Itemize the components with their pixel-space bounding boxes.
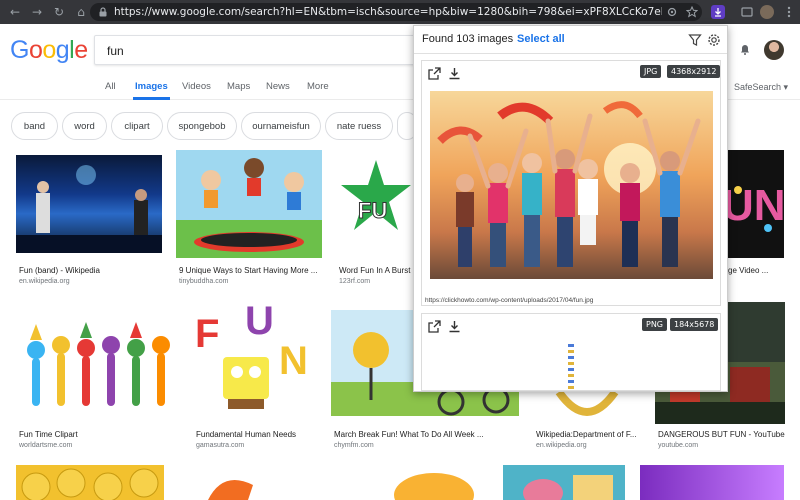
result-image-purple-burst[interactable]: [640, 465, 784, 500]
logo-letter: o: [28, 36, 43, 64]
url-text: https://www.google.com/search?hl=EN&tbm=…: [114, 6, 662, 18]
download-icon[interactable]: [448, 320, 461, 333]
settings-gear-icon[interactable]: [707, 33, 721, 47]
menu-dots-icon[interactable]: [782, 5, 796, 19]
result-image-fun-band[interactable]: [16, 155, 162, 253]
logo-letter: o: [42, 36, 56, 64]
safesearch-toggle[interactable]: SafeSearch ▾: [734, 82, 788, 93]
account-avatar[interactable]: [764, 40, 784, 60]
result-caption[interactable]: Fundamental Human Needs: [196, 430, 296, 439]
search-query: fun: [107, 44, 124, 58]
result-image-fun-burst[interactable]: FU: [336, 150, 416, 258]
extension-download-icon[interactable]: [711, 5, 725, 19]
result-source: 123rf.com: [339, 278, 371, 285]
chip-spongebob[interactable]: spongebob: [167, 112, 237, 140]
result-source: en.wikipedia.org: [536, 442, 587, 449]
popup-header-divider: [414, 53, 727, 54]
result-caption[interactable]: 9 Unique Ways to Start Having More ...: [179, 266, 317, 275]
filter-icon[interactable]: [688, 33, 702, 47]
address-bar[interactable]: https://www.google.com/search?hl=EN&tbm=…: [90, 3, 702, 21]
image-dimensions-badge: 4368x2912: [667, 65, 721, 78]
result-source: chymfm.com: [334, 442, 374, 449]
chip-clipart[interactable]: clipart: [111, 112, 163, 140]
svg-text:FU: FU: [358, 198, 387, 223]
result-source: gamasutra.com: [196, 442, 245, 449]
result-source: tinybuddha.com: [179, 278, 229, 285]
result-image-yellow-splash[interactable]: [379, 465, 489, 500]
download-icon[interactable]: [448, 67, 461, 80]
svg-text:U: U: [245, 302, 274, 343]
result-caption[interactable]: Fun Time Clipart: [19, 430, 78, 439]
result-caption[interactable]: March Break Fun! What To Do All Week ...: [334, 430, 484, 439]
forward-icon[interactable]: →: [30, 5, 44, 19]
svg-text:F: F: [195, 312, 219, 356]
lock-icon: [99, 7, 107, 17]
logo-letter: G: [10, 36, 29, 64]
chip-band[interactable]: band: [11, 112, 58, 140]
browser-toolbar: ← → ↻ ⌂ https://www.google.com/search?hl…: [0, 0, 800, 24]
logo-letter: g: [55, 36, 70, 64]
found-images-count: Found 103 images: [422, 33, 514, 45]
tab-videos[interactable]: Videos: [182, 81, 211, 92]
result-image-kids-trampoline[interactable]: [176, 150, 322, 258]
svg-text:N: N: [279, 339, 308, 383]
back-icon[interactable]: ←: [8, 5, 22, 19]
open-in-new-tab-icon[interactable]: [428, 67, 441, 80]
profile-avatar-icon[interactable]: [760, 5, 774, 19]
logo-letter: e: [74, 36, 88, 64]
extension-cast-icon[interactable]: [740, 5, 754, 19]
tab-more[interactable]: More: [307, 81, 329, 92]
result-caption[interactable]: Fun (band) - Wikipedia: [19, 266, 100, 275]
result-image-fun-colorful[interactable]: UN: [728, 150, 784, 258]
location-icon[interactable]: [666, 6, 678, 18]
search-input[interactable]: fun: [94, 35, 424, 65]
image-format-badge: PNG: [642, 318, 668, 331]
google-logo[interactable]: Google: [10, 36, 88, 65]
result-image-orange-shape[interactable]: [178, 465, 336, 500]
result-image-fun-time-clipart[interactable]: [16, 302, 178, 424]
image-format-badge: JPG: [640, 65, 662, 78]
image-source-url[interactable]: https://clickhowto.com/wp-content/upload…: [425, 297, 593, 304]
chip-ournameisfun[interactable]: ournameisfun: [241, 112, 321, 140]
open-in-new-tab-icon[interactable]: [428, 320, 441, 333]
notifications-bell-icon[interactable]: [740, 44, 750, 55]
tab-news[interactable]: News: [266, 81, 290, 92]
chip-nate-ruess[interactable]: nate ruess: [325, 112, 393, 140]
tab-images[interactable]: Images: [133, 81, 170, 100]
result-image-emoji-faces[interactable]: [16, 465, 164, 500]
tab-maps[interactable]: Maps: [227, 81, 250, 92]
select-all-link[interactable]: Select all: [517, 33, 565, 45]
image-preview-friends-jumping[interactable]: [430, 91, 713, 279]
image-downloader-popup: Found 103 images Select all JPG 4368x291…: [413, 25, 728, 392]
image-card[interactable]: PNG 184x5678: [421, 313, 721, 391]
result-source: youtube.com: [658, 442, 699, 449]
result-image-wikipedia-fun[interactable]: [534, 392, 640, 424]
result-caption[interactable]: Wikipedia:Department of F...: [536, 430, 636, 439]
bookmark-star-icon[interactable]: [686, 6, 698, 18]
result-caption[interactable]: DANGEROUS BUT FUN - YouTube: [658, 430, 785, 439]
image-dimensions-badge: 184x5678: [670, 318, 719, 331]
tab-all[interactable]: All: [105, 81, 116, 92]
reload-icon[interactable]: ↻: [52, 5, 66, 19]
chip-word[interactable]: word: [62, 112, 107, 140]
image-card[interactable]: JPG 4368x2912 https://clickhowto.com/wp-…: [421, 60, 721, 306]
result-image-spongebob-scene[interactable]: [503, 465, 625, 500]
result-source: worldartsme.com: [19, 442, 73, 449]
result-source: en.wikipedia.org: [19, 278, 70, 285]
result-image-spongebob-fun[interactable]: FUN: [193, 302, 317, 424]
image-preview-tall-strip[interactable]: [568, 344, 574, 390]
home-icon[interactable]: ⌂: [74, 5, 88, 19]
